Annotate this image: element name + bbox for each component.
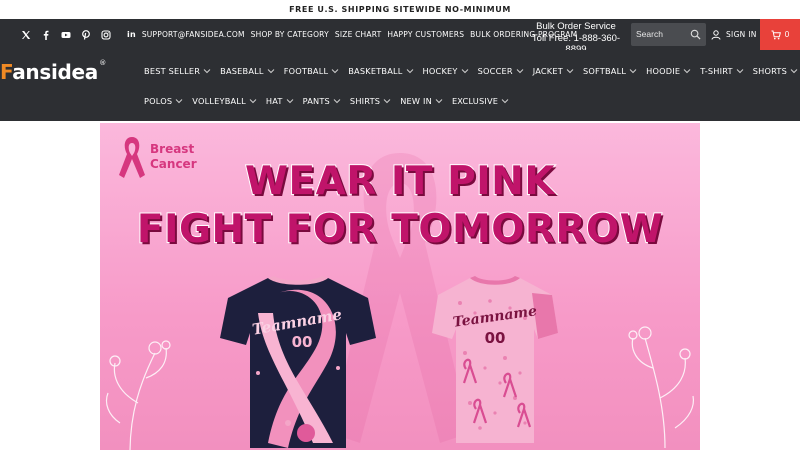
nav-item-label: SOCCER [477,66,513,76]
nav-item-baseball[interactable]: BASEBALL [220,66,275,76]
jersey-right-number: 00 [484,329,506,347]
chevron-down-icon [516,69,524,74]
nav-item-hoodie[interactable]: HOODIE [646,66,691,76]
cart-count: 0 [784,30,790,39]
cart-icon [771,30,781,39]
nav-row-2: POLOS VOLLEYBALL HAT PANTS SHIRTS NEW IN EXCLU… [144,96,518,106]
nav-item-label: SHORTS [752,66,788,76]
nav-item-soccer[interactable]: SOCCER [478,66,524,76]
jersey-pink[interactable]: Teamname 00 [430,273,560,448]
jersey-left-number: 00 [291,333,313,351]
nav-item-label: VOLLEYBALL [192,96,246,106]
headline-fight-for-tomorrow: FIGHT FOR TOMORROW [136,206,664,253]
top-bar: in SUPPORT@FANSIDEA.COM SHOP BY CATEGORY… [0,19,800,55]
nav-item-basketball[interactable]: BASKETBALL [348,66,413,76]
nav-item-label: NEW IN [400,96,432,106]
nav-item-label: PANTS [302,96,330,106]
announcement-bar: FREE U.S. SHIPPING SITEWIDE NO-MINIMUM [0,0,800,19]
nav-item-exclusive[interactable]: EXCLUSIVE [452,96,509,106]
sign-in-label: SIGN IN [726,30,757,39]
chevron-down-icon [286,99,293,104]
youtube-icon[interactable] [56,30,76,40]
sign-in-link[interactable]: SIGN IN [711,19,757,50]
cart-button[interactable]: 0 [760,19,800,50]
nav-item-label: SHIRTS [349,96,381,106]
nav-item-label: HAT [265,96,283,106]
chevron-down-icon [461,69,468,74]
nav-item-t-shirt[interactable]: T-SHIRT [700,66,744,76]
chevron-down-icon [175,99,183,104]
chevron-down-icon [333,99,341,104]
nav-item-label: T-SHIRT [700,66,733,76]
main-nav: Fansidea ® BEST SELLER BASEBALL FOOTBALL BAS… [0,50,800,121]
top-links: in SUPPORT@FANSIDEA.COM SHOP BY CATEGORY… [127,19,577,50]
nav-item-label: BASKETBALL [348,66,403,76]
x-icon[interactable] [16,30,36,40]
nav-item-label: EXCLUSIVE [451,96,499,106]
chevron-down-icon [790,69,798,74]
nav-item-label: HOODIE [646,66,681,76]
nav-item-polos[interactable]: POLOS [144,96,183,106]
nav-item-hockey[interactable]: HOCKEY [423,66,469,76]
nav-item-volleyball[interactable]: VOLLEYBALL [192,96,257,106]
nav-item-pants[interactable]: PANTS [303,96,341,106]
nav-item-label: BASEBALL [220,66,264,76]
user-icon [711,29,721,40]
nav-item-hat[interactable]: HAT [266,96,294,106]
nav-row-1: BEST SELLER BASEBALL FOOTBALL BASKETBALL HOC… [144,66,800,76]
site-logo[interactable]: Fansidea ® [0,59,106,84]
nav-item-label: HOCKEY [422,66,458,76]
nav-item-softball[interactable]: SOFTBALL [583,66,637,76]
nav-item-football[interactable]: FOOTBALL [284,66,340,76]
nav-item-shorts[interactable]: SHORTS [753,66,798,76]
size-chart-link[interactable]: SIZE CHART [335,30,382,39]
nav-item-label: POLOS [144,96,173,106]
headline-wear-it-pink: WEAR IT PINK [244,158,556,205]
chevron-down-icon [267,69,275,74]
nav-item-jacket[interactable]: JACKET [533,66,574,76]
chevron-down-icon [736,69,744,74]
search-box[interactable]: Search [631,23,706,46]
happy-customers-link[interactable]: HAPPY CUSTOMERS [387,30,464,39]
chevron-down-icon [683,69,691,74]
nav-item-label: BEST SELLER [144,66,201,76]
linkedin-icon[interactable]: in [127,30,136,39]
nav-item-new-in[interactable]: NEW IN [400,96,443,106]
chevron-down-icon [629,69,637,74]
jersey-dark[interactable]: Teamname 00 [218,273,378,450]
flower-illustration-right [628,326,695,448]
support-email-link[interactable]: SUPPORT@FANSIDEA.COM [142,30,245,39]
bulk-service-title: Bulk Order Service [536,21,616,32]
shop-by-category-link[interactable]: SHOP BY CATEGORY [251,30,329,39]
flower-illustration-left [105,340,171,450]
instagram-icon[interactable] [96,29,116,40]
chevron-down-icon [249,99,257,104]
social-links [16,19,116,50]
chevron-down-icon [501,99,509,104]
nav-item-shirts[interactable]: SHIRTS [350,96,391,106]
badge-line-1: Breast [150,142,195,156]
chevron-down-icon [435,99,443,104]
search-input[interactable]: Search [636,29,663,39]
chevron-down-icon [406,69,413,74]
chevron-down-icon [566,69,574,74]
nav-item-label: FOOTBALL [283,66,329,76]
chevron-down-icon [383,99,391,104]
nav-item-label: SOFTBALL [582,66,627,76]
page-content: Breast Cancer WEAR IT PINK FIGHT FOR TOM… [0,121,800,450]
facebook-icon[interactable] [36,30,56,40]
nav-item-best-seller[interactable]: BEST SELLER [144,66,211,76]
chevron-down-icon [203,69,211,74]
pinterest-icon[interactable] [76,29,96,40]
nav-item-label: JACKET [532,66,563,76]
chevron-down-icon [331,69,339,74]
search-icon[interactable] [690,29,701,40]
hero-banner[interactable]: Breast Cancer WEAR IT PINK FIGHT FOR TOM… [100,123,700,450]
